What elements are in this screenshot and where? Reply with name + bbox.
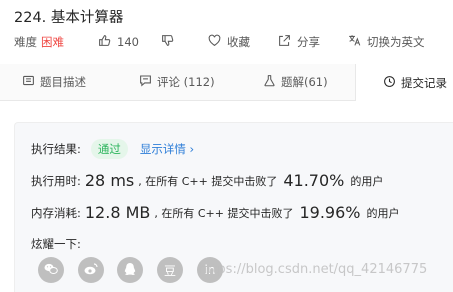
thumbs-up-icon — [98, 34, 117, 50]
douban-icon: 豆 — [163, 263, 176, 278]
clock-icon — [383, 75, 401, 91]
difficulty-value: 困难 — [41, 35, 64, 49]
dislike-button[interactable] — [161, 34, 180, 50]
problem-tabs: 题目描述 评论 (112) 题解(61) 提交记录 — [0, 64, 453, 101]
tab-description-label: 题目描述 — [40, 75, 86, 89]
memory-suffix: 的用户 — [366, 206, 400, 220]
tab-submissions-label: 提交记录 — [401, 75, 447, 90]
difficulty-label: 难度 — [14, 35, 37, 49]
memory-row: 内存消耗: 12.8 MB , 在所有 C++ 提交中击败了 19.96% 的用… — [31, 203, 400, 222]
like-count: 140 — [117, 35, 139, 49]
memory-label: 内存消耗: — [31, 205, 81, 220]
tab-comments[interactable]: 评论 (112) — [139, 64, 215, 100]
memory-desc: , 在所有 C++ 提交中击败了 — [154, 206, 294, 220]
translate-icon — [348, 34, 367, 50]
favorite-label: 收藏 — [227, 35, 250, 49]
runtime-value: 28 ms — [84, 171, 135, 190]
favorite-button[interactable]: 收藏 — [208, 34, 250, 50]
share-icon — [278, 34, 297, 50]
wechat-icon — [43, 261, 59, 280]
weibo-share-button[interactable] — [78, 257, 104, 283]
show-off-label: 炫耀一下: — [31, 237, 81, 251]
thumbs-down-icon — [161, 34, 180, 50]
switch-language-button[interactable]: 切换为英文 — [348, 34, 425, 50]
douban-share-button[interactable]: 豆 — [157, 257, 183, 283]
tab-comments-label: 评论 (112) — [157, 75, 215, 89]
tab-solutions-label: 题解(61) — [281, 75, 328, 89]
tab-description[interactable]: 题目描述 — [22, 64, 86, 100]
qq-icon — [122, 261, 138, 280]
watermark-url: https://blog.csdn.net/qq_42146775 — [199, 262, 428, 277]
share-label: 分享 — [297, 35, 320, 49]
heart-icon — [208, 34, 227, 50]
switch-language-label: 切换为英文 — [367, 35, 425, 49]
difficulty: 难度 困难 — [14, 34, 64, 50]
memory-percent: 19.96% — [299, 203, 361, 222]
flask-icon — [263, 74, 281, 90]
weibo-icon — [83, 261, 99, 280]
show-off-row: 炫耀一下: — [31, 236, 81, 252]
runtime-desc: , 在所有 C++ 提交中击败了 — [138, 174, 278, 188]
result-label: 执行结果: — [31, 142, 81, 156]
qq-share-button[interactable] — [117, 257, 143, 283]
status-badge: 通过 — [90, 139, 128, 159]
runtime-percent: 41.70% — [283, 171, 345, 190]
wechat-share-button[interactable] — [38, 257, 64, 283]
show-details-link[interactable]: 显示详情 › — [140, 141, 194, 157]
runtime-row: 执行用时: 28 ms , 在所有 C++ 提交中击败了 41.70% 的用户 — [31, 171, 383, 190]
tab-submissions[interactable]: 提交记录 — [355, 64, 453, 101]
tab-solutions[interactable]: 题解(61) — [263, 64, 328, 100]
like-button[interactable]: 140 — [98, 34, 139, 50]
problem-title: 224. 基本计算器 — [14, 10, 124, 26]
runtime-label: 执行用时: — [31, 173, 81, 188]
document-icon — [22, 74, 40, 90]
runtime-suffix: 的用户 — [350, 174, 384, 188]
result-status-row: 执行结果: 通过 显示详情 › — [31, 139, 194, 159]
problem-meta-bar: 难度 困难 140 收藏 分享 切换为英文 — [14, 34, 450, 52]
memory-value: 12.8 MB — [84, 203, 151, 222]
share-button[interactable]: 分享 — [278, 34, 320, 50]
comment-icon — [139, 74, 157, 90]
